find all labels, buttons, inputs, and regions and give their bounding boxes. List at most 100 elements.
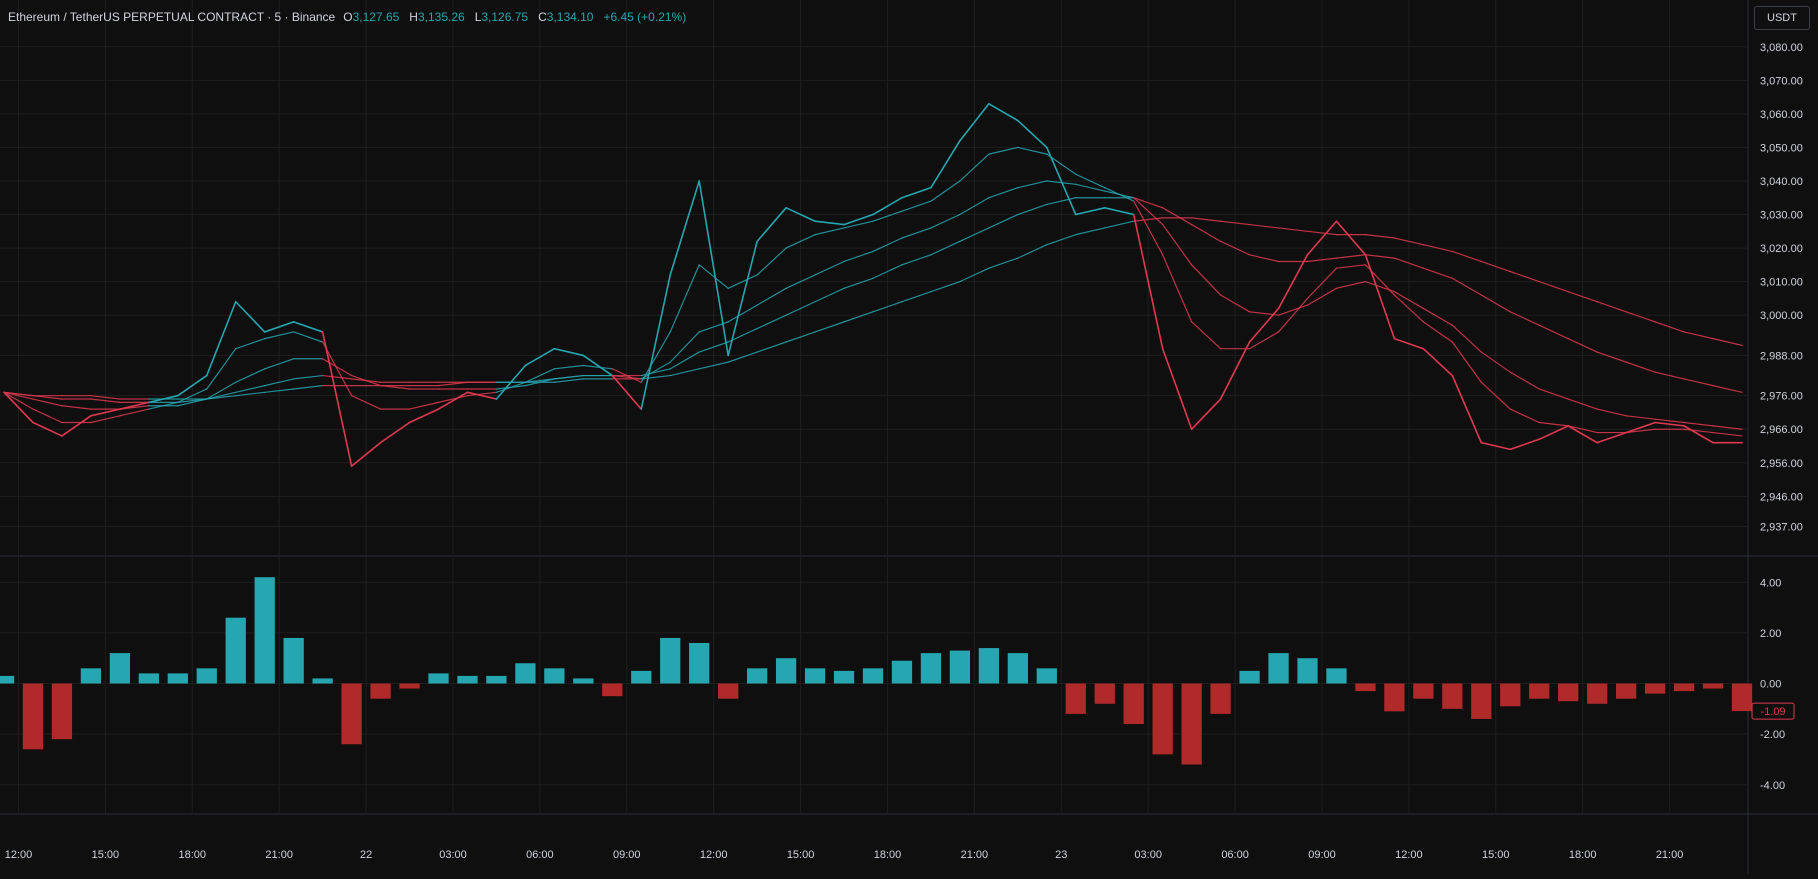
ribbon-line-2-segment [1335, 264, 1367, 269]
ribbon-line-5-segment [1104, 220, 1135, 229]
ribbon-line-4-segment [1625, 361, 1656, 373]
ribbon-line-5-segment [814, 321, 845, 333]
price-tick-label: 3,050.00 [1760, 142, 1803, 154]
histogram-bar [196, 668, 217, 684]
time-tick-label: 22 [360, 849, 372, 861]
time-tick-label: 09:00 [613, 849, 641, 861]
histogram-bar [1529, 683, 1550, 699]
ribbon-line-3-segment [1104, 190, 1135, 199]
time-tick-label: 03:00 [439, 849, 467, 861]
ribbon-line-3-segment [1538, 388, 1569, 400]
histogram-bar [775, 658, 797, 684]
histogram-bar [486, 675, 507, 684]
ribbon-line-1-segment [640, 274, 672, 410]
ribbon-line-5-segment [553, 378, 584, 383]
histogram-bar [1326, 668, 1347, 684]
ribbon-line-3-segment [61, 405, 92, 410]
ribbon-line-1-segment [321, 331, 353, 467]
ribbon-line-2-segment [322, 341, 353, 397]
ribbon-line-3-segment [1712, 425, 1743, 430]
histogram-bar [22, 683, 44, 750]
ribbon-line-4-segment [1422, 267, 1453, 279]
ribbon-line-1-segment [756, 207, 787, 243]
ribbon-line-5-segment [1248, 223, 1280, 229]
ribbon-line-4-segment [1596, 351, 1627, 363]
last-value-label: -1.09 [1760, 706, 1785, 718]
ribbon-line-2-segment [1422, 321, 1453, 343]
ribbon-line-1-segment [292, 321, 324, 333]
ribbon-line-1-segment [1509, 438, 1541, 451]
histogram-bar [1702, 683, 1724, 689]
histogram-bar [1355, 683, 1376, 692]
ribbon-line-5-segment [756, 341, 787, 353]
histogram-bar [660, 637, 681, 684]
chart-area[interactable]: 3,080.00 3,070.00 3,060.00 3,050.00 3,040.00… [0, 0, 1818, 874]
price-tick-label: 2,966.00 [1760, 424, 1803, 436]
symbol-title[interactable]: Ethereum / TetherUS PERPETUAL CONTRACT ·… [8, 10, 335, 24]
ribbon-line-3-segment [1017, 180, 1048, 189]
ribbon-line-1-segment [1538, 425, 1569, 441]
ribbon-line-3-segment [1364, 281, 1396, 293]
histogram-bar [804, 668, 826, 684]
change-value: +6.45 (+0.21%) [603, 10, 687, 24]
ribbon-line-2-segment [1162, 254, 1193, 323]
histogram-bar [138, 673, 159, 684]
ribbon-line-3-segment [669, 331, 700, 363]
currency-button[interactable]: USDT [1754, 6, 1810, 30]
ribbon-line-1-segment [234, 300, 266, 333]
histogram-bar [80, 668, 102, 684]
histogram-bar [1500, 683, 1521, 707]
histogram-bar [1152, 683, 1173, 755]
high-key: H [409, 10, 418, 24]
ribbon-line-1-segment [814, 220, 845, 226]
ribbon-line-3-segment [495, 385, 527, 390]
ribbon-line-1-segment [1451, 374, 1483, 444]
price-tick-label: 3,030.00 [1760, 210, 1803, 222]
ribbon-line-2-segment [1538, 421, 1569, 427]
histogram-bar [1471, 683, 1492, 719]
ribbon-line-1-segment [727, 240, 758, 357]
ribbon-line-3-segment [814, 260, 845, 276]
ribbon-line-4-segment [1538, 324, 1569, 340]
ribbon-line-3-segment [1596, 408, 1627, 417]
ribbon-line-4-segment [1683, 378, 1714, 387]
chart-canvas[interactable]: 3,080.00 3,070.00 3,060.00 3,050.00 3,040.00… [0, 0, 1818, 874]
histogram-bar [1644, 683, 1666, 694]
price-tick-label: 3,070.00 [1760, 75, 1803, 87]
histogram-bar [225, 617, 246, 684]
ribbon-line-5-segment [1191, 217, 1222, 222]
histogram-bar [949, 650, 971, 684]
histogram-bar [1094, 683, 1115, 704]
price-tick-label: 2,946.00 [1760, 491, 1803, 503]
histogram-bar [1065, 683, 1086, 714]
ribbon-line-1-segment [1683, 425, 1714, 444]
ribbon-line-3-segment [901, 227, 932, 239]
ribbon-line-3-segment [1162, 223, 1193, 266]
histogram-bar [833, 670, 855, 684]
high-value: 3,135.26 [417, 10, 465, 24]
ribbon-line-1-segment [1335, 220, 1367, 256]
osc-tick-label: -4.00 [1760, 780, 1785, 792]
histogram-bar [718, 683, 739, 699]
histogram-bar [254, 577, 275, 684]
ribbon-line-2-segment [756, 247, 787, 276]
close-key: C [538, 10, 547, 24]
time-tick-label: 18:00 [874, 849, 902, 861]
ribbon-line-2-segment [1017, 146, 1048, 155]
ribbon-line-5-segment [1017, 244, 1048, 259]
ribbon-line-1-segment [988, 103, 1019, 122]
close-value: 3,134.10 [546, 10, 594, 24]
ribbon-line-1-segment [1596, 431, 1627, 444]
symbol-legend: Ethereum / TetherUS PERPETUAL CONTRACT ·… [8, 10, 686, 24]
histogram-bar [399, 683, 420, 689]
ribbon-line-1-segment [1364, 253, 1396, 340]
ribbon-line-4-segment [756, 314, 787, 330]
ribbon-line-4-segment [553, 374, 584, 380]
ribbon-line-4-segment [901, 254, 932, 266]
time-tick-label: 21:00 [265, 849, 293, 861]
histogram-bar [1615, 683, 1637, 699]
ribbon-line-4-segment [322, 374, 353, 380]
histogram-bar [428, 673, 449, 684]
histogram-bar [515, 663, 536, 684]
histogram-bar [1413, 683, 1434, 699]
